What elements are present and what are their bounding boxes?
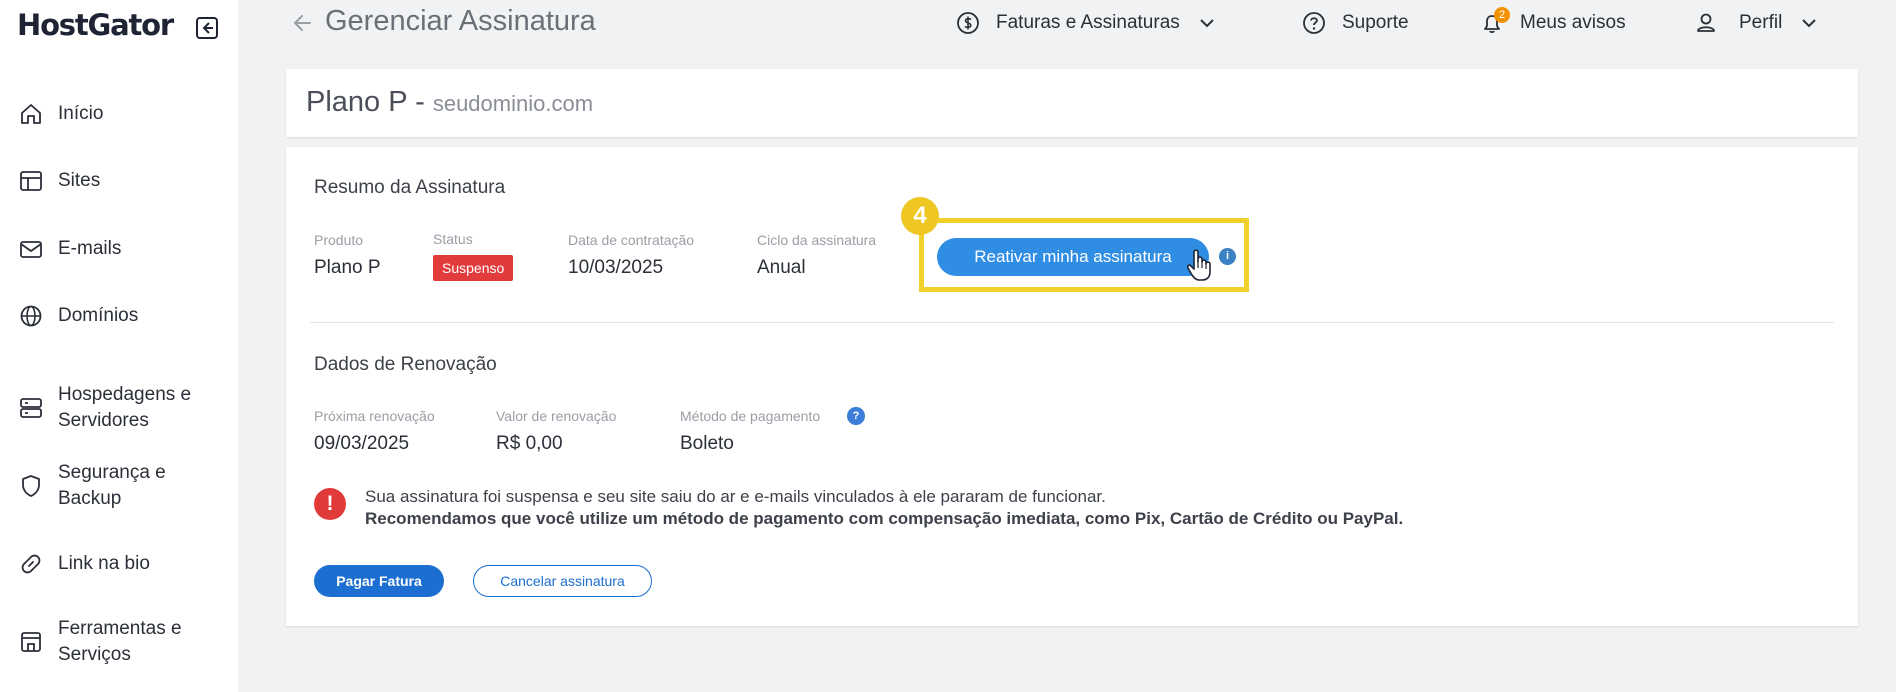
shield-icon — [22, 475, 40, 497]
chevron-down-icon — [1200, 19, 1214, 28]
plan-separator: - — [407, 86, 433, 118]
sidebar-item-ferramentas[interactable]: Ferramentas e Serviços — [0, 616, 238, 668]
product-label: Produto — [314, 232, 364, 248]
profile-menu[interactable]: Perfil — [1693, 9, 1820, 37]
cancel-subscription-button[interactable]: Cancelar assinatura — [473, 565, 652, 597]
info-icon[interactable]: i — [1219, 248, 1236, 265]
sidebar-item-label: Ferramentas e Serviços — [58, 618, 182, 665]
help-circle-icon — [1303, 12, 1325, 34]
product-value: Plano P — [314, 257, 381, 278]
section-divider — [310, 322, 1834, 323]
renewal-title: Dados de Renovação — [314, 354, 497, 375]
back-arrow-icon[interactable] — [288, 10, 314, 36]
home-icon — [21, 104, 41, 124]
billing-menu[interactable]: Faturas e Assinaturas — [955, 9, 1218, 37]
sidebar-item-label: Sites — [58, 170, 101, 191]
sidebar: HostGator Início Sites E-mails Domínios … — [0, 0, 238, 692]
sidebar-item-label: Link na bio — [58, 553, 150, 574]
pay-invoice-button[interactable]: Pagar Fatura — [314, 565, 444, 597]
sidebar-item-label: Segurança e Backup — [58, 462, 166, 509]
collapse-sidebar-icon[interactable] — [196, 17, 218, 39]
plan-domain: seudominio.com — [432, 91, 594, 116]
reactivate-subscription-button[interactable]: Reativar minha assinatura — [937, 238, 1209, 276]
notices-menu-label: Meus avisos — [1520, 12, 1626, 33]
page-title: Gerenciar Assinatura — [325, 5, 596, 37]
sidebar-item-label: Domínios — [58, 305, 139, 326]
support-menu-label: Suporte — [1342, 12, 1409, 33]
support-menu[interactable]: Suporte — [1301, 9, 1409, 37]
renewal-amount-value: R$ 0,00 — [496, 433, 563, 454]
hostgator-logo[interactable]: HostGator — [17, 8, 174, 42]
sidebar-item-seguranca[interactable]: Segurança e Backup — [0, 460, 238, 512]
next-renewal-value: 09/03/2025 — [314, 433, 410, 454]
contract-date-label: Data de contratação — [568, 232, 695, 248]
user-icon — [1697, 13, 1715, 32]
plan-card: Plano P - seudominio.com — [286, 69, 1858, 137]
plan-title: Plano P - seudominio.com — [306, 86, 593, 119]
sidebar-item-label: Hospedagens e Servidores — [58, 384, 192, 431]
alert-icon: ! — [314, 488, 346, 520]
sidebar-item-hospedagens[interactable]: Hospedagens e Servidores — [0, 382, 238, 434]
payment-method-help-icon[interactable]: ? — [847, 407, 865, 425]
next-renewal-label: Próxima renovação — [314, 408, 435, 424]
sidebar-item-emails[interactable]: E-mails — [0, 236, 238, 262]
payment-method-label: Método de pagamento — [680, 408, 821, 424]
notification-count-badge: 2 — [1494, 7, 1510, 23]
chevron-down-icon — [1802, 19, 1817, 28]
step-number-badge: 4 — [901, 197, 939, 235]
store-icon — [21, 632, 41, 652]
sidebar-item-dominios[interactable]: Domínios — [0, 303, 238, 329]
sidebar-item-inicio[interactable]: Início — [0, 101, 238, 127]
payment-method-value: Boleto — [680, 433, 734, 454]
cycle-label: Ciclo da assinatura — [757, 232, 877, 248]
renewal-amount-label: Valor de renovação — [496, 408, 617, 424]
status-label: Status — [433, 231, 473, 247]
hand-cursor-icon — [1186, 249, 1211, 281]
alert-message: Sua assinatura foi suspensa e seu site s… — [365, 487, 1106, 506]
status-badge: Suspenso — [433, 255, 514, 281]
summary-title: Resumo da Assinatura — [314, 177, 506, 198]
layout-icon — [20, 171, 42, 191]
plan-name: Plano P — [306, 86, 408, 118]
cycle-value: Anual — [757, 257, 806, 278]
server-icon — [20, 398, 42, 418]
globe-icon — [20, 305, 42, 327]
contract-date-value: 10/03/2025 — [568, 257, 664, 278]
billing-menu-label: Faturas e Assinaturas — [996, 12, 1180, 33]
profile-menu-label: Perfil — [1739, 12, 1783, 33]
sidebar-item-label: Início — [58, 103, 104, 124]
sidebar-item-sites[interactable]: Sites — [0, 168, 238, 194]
alert-recommendation: Recomendamos que você utilize um método … — [365, 509, 1404, 528]
dollar-circle-icon — [957, 12, 979, 34]
link-icon — [21, 554, 41, 574]
sidebar-item-label: E-mails — [58, 238, 122, 259]
mail-icon — [20, 241, 42, 258]
sidebar-item-link-na-bio[interactable]: Link na bio — [0, 551, 238, 577]
